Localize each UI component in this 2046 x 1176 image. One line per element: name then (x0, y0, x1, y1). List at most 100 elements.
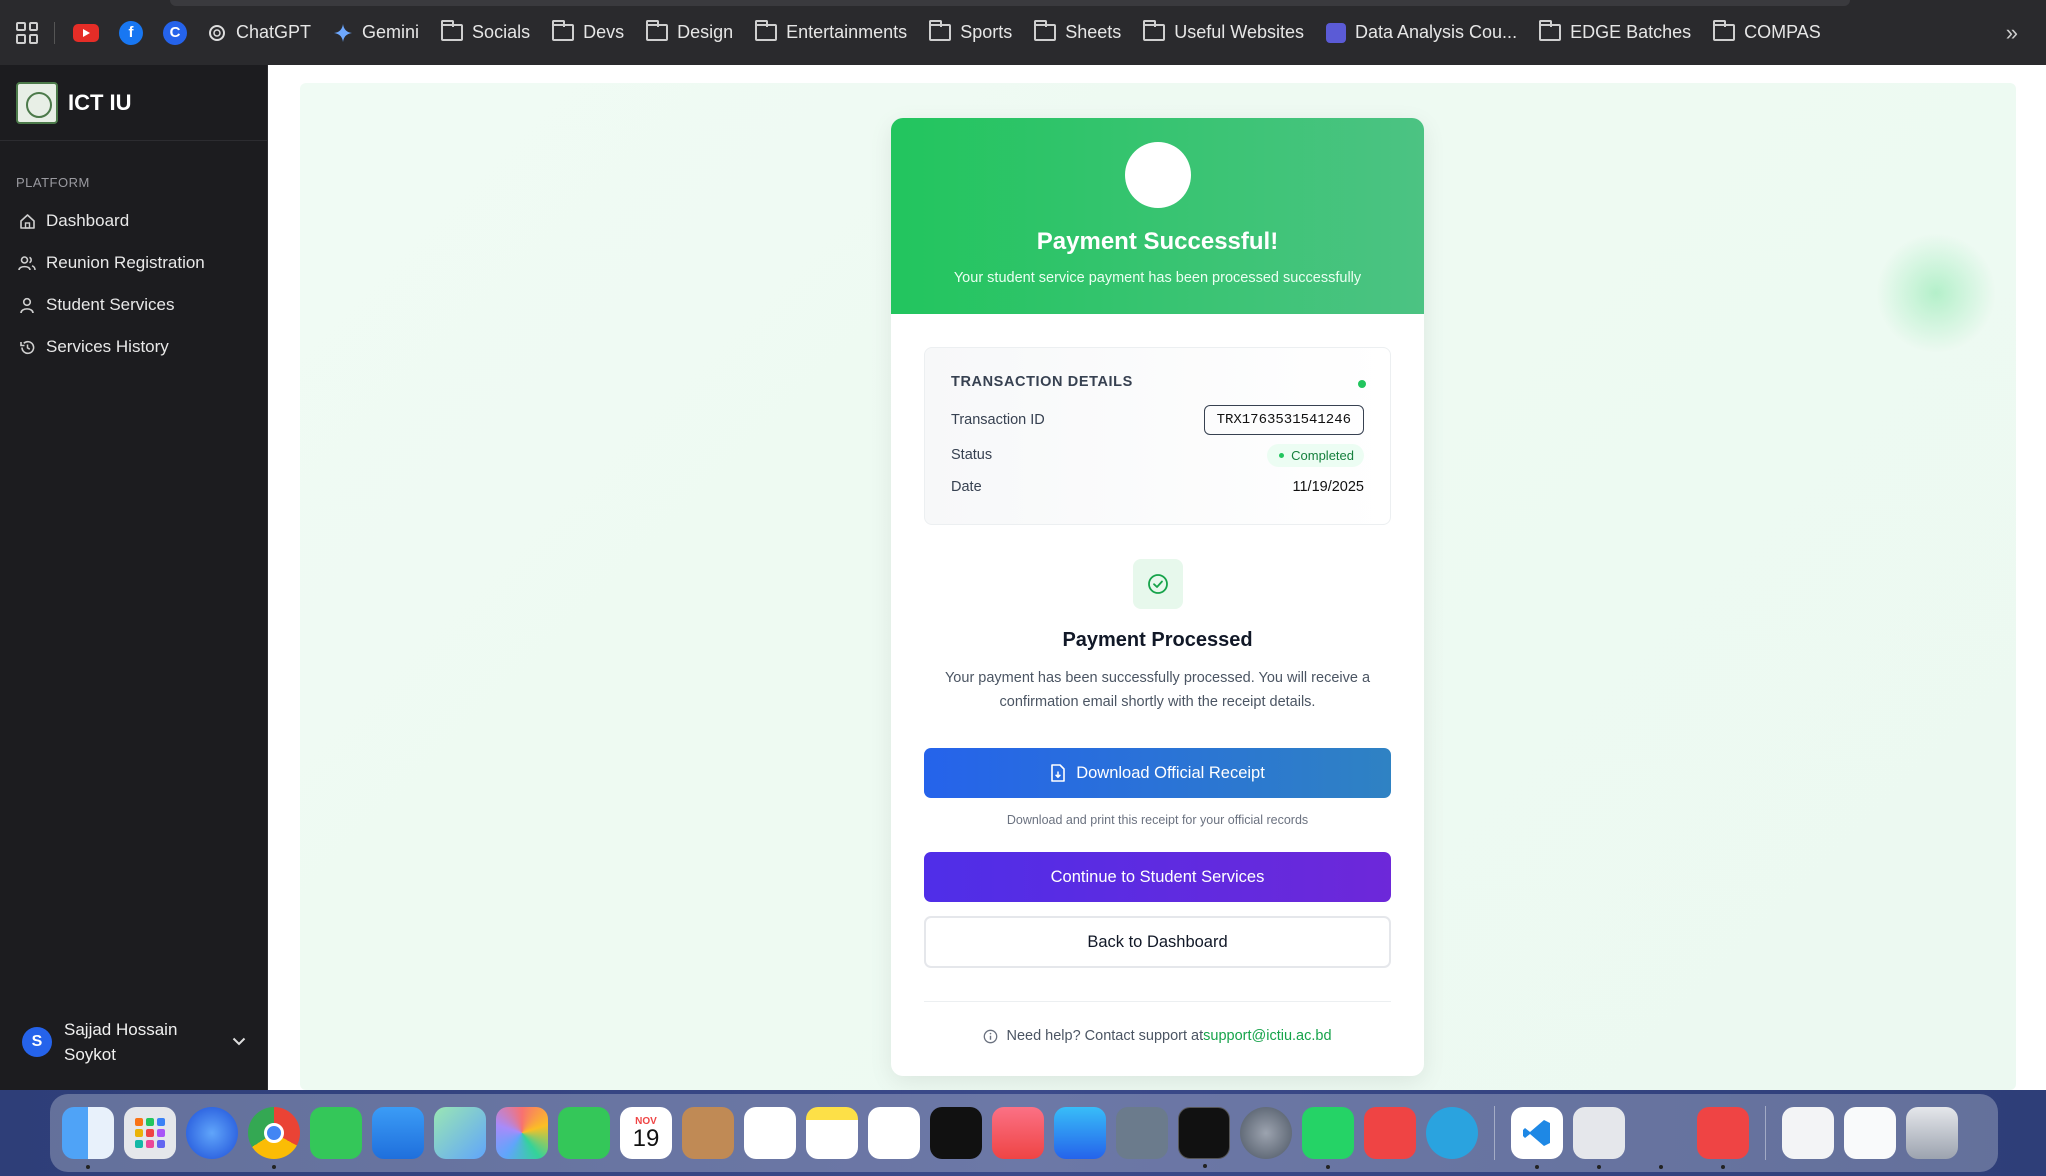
trash-icon[interactable] (1906, 1107, 1958, 1159)
more-bookmarks-chevron-icon[interactable]: » (2006, 20, 2018, 46)
folder-icon (1713, 20, 1736, 41)
back-label: Back to Dashboard (1087, 932, 1228, 951)
apple-tv-icon[interactable] (930, 1107, 982, 1159)
sidebar-item-label: Services History (46, 337, 169, 356)
sidebar-item-label: Dashboard (46, 211, 130, 230)
nav-section-title: PLATFORM (16, 175, 90, 190)
history-icon (18, 338, 36, 356)
transaction-details: TRANSACTION DETAILS Transaction ID TRX17… (924, 347, 1391, 525)
status-badge: Completed (1267, 443, 1364, 467)
reminders-icon[interactable] (744, 1107, 796, 1159)
sidebar: ICT IU PLATFORM Dashboard Reunion Regist… (0, 65, 268, 1090)
maps-icon[interactable] (434, 1107, 486, 1159)
support-email-link[interactable]: support@ictiu.ac.bd (1203, 1028, 1331, 1044)
youtube-app-icon[interactable] (1364, 1107, 1416, 1159)
whatsapp-icon[interactable] (1302, 1107, 1354, 1169)
file-download-icon (1051, 764, 1065, 782)
document-stack-icon[interactable] (1782, 1107, 1834, 1159)
sidebar-item-student-services[interactable]: Student Services (0, 284, 267, 326)
help-prefix: Need help? Contact support at (1006, 1028, 1204, 1044)
status-dot-icon (1358, 380, 1366, 388)
photos-icon[interactable] (496, 1107, 548, 1159)
transaction-id-value[interactable]: TRX1763531541246 (1203, 405, 1364, 435)
document-icon[interactable] (1844, 1107, 1896, 1159)
bookmark-gemini[interactable]: Gemini (333, 22, 419, 43)
help-text: Need help? Contact support atsupport@ict… (891, 1028, 1424, 1044)
download-receipt-label: Download Official Receipt (1076, 763, 1265, 782)
chatgpt-icon (209, 24, 225, 41)
home-icon (18, 212, 36, 230)
finder-icon[interactable] (62, 1107, 114, 1169)
sidebar-item-services-history[interactable]: Services History (0, 326, 267, 368)
calendar-icon[interactable]: NOV 19 (620, 1107, 672, 1159)
bookmark-label: EDGE Batches (1570, 22, 1692, 42)
bookmark-data-analysis-course[interactable]: Data Analysis Cou... (1325, 22, 1517, 43)
bookmark-folder-edge-batches[interactable]: EDGE Batches (1539, 20, 1692, 43)
success-circle-icon (1124, 142, 1191, 208)
bookmark-chatgpt[interactable]: ChatGPT (207, 22, 311, 43)
bookmark-label: Sheets (1065, 22, 1122, 42)
telegram-icon[interactable] (1426, 1107, 1478, 1159)
success-subtitle: Your student service payment has been pr… (953, 270, 1362, 286)
chrome-icon[interactable] (248, 1107, 300, 1169)
gemini-icon (334, 23, 353, 42)
continue-student-services-button[interactable]: Continue to Student Services (924, 852, 1391, 902)
messages-icon[interactable] (310, 1107, 362, 1159)
bookmark-label: Gemini (362, 22, 420, 42)
brand-name: ICT IU (68, 89, 132, 115)
sidebar-item-dashboard[interactable]: Dashboard (0, 200, 267, 242)
check-circle-icon (1132, 559, 1183, 609)
launchpad-icon[interactable] (124, 1107, 176, 1159)
microsoft-store-icon[interactable] (1573, 1107, 1625, 1169)
bookmark-label: Entertainments (786, 22, 908, 42)
processed-icon-wrap (891, 559, 1424, 609)
folder-icon (646, 20, 669, 41)
app-store-icon[interactable] (1054, 1107, 1106, 1159)
brand[interactable]: ICT IU (0, 65, 267, 141)
contacts-icon[interactable] (682, 1107, 734, 1159)
bookmark-folder-devs[interactable]: Devs (552, 20, 624, 43)
apps-grid-icon[interactable] (16, 21, 38, 44)
date-value: 11/19/2025 (1292, 479, 1365, 495)
music-icon[interactable] (992, 1107, 1044, 1159)
university-logo (16, 81, 58, 124)
canva-c-icon[interactable]: C (163, 20, 187, 45)
bookmark-folder-sheets[interactable]: Sheets (1034, 20, 1122, 43)
facetime-icon[interactable] (558, 1107, 610, 1159)
processed-title: Payment Processed (1062, 629, 1253, 651)
folder-icon (552, 20, 575, 41)
info-icon (984, 1029, 998, 1043)
status-row: Status Completed (951, 440, 1364, 470)
youtube-icon[interactable] (73, 23, 99, 42)
bookmark-folder-useful-websites[interactable]: Useful Websites (1143, 20, 1304, 43)
back-to-dashboard-button[interactable]: Back to Dashboard (924, 916, 1391, 968)
bookmark-label: ChatGPT (236, 22, 312, 42)
bookmark-folder-socials[interactable]: Socials (441, 20, 530, 43)
mail-icon[interactable] (372, 1107, 424, 1159)
bookmark-label: Useful Websites (1174, 22, 1304, 42)
safari-icon[interactable] (186, 1107, 238, 1159)
user-menu[interactable]: S Sajjad Hossain Soykot (0, 994, 268, 1090)
facebook-icon[interactable]: f (119, 20, 143, 45)
chevron-down-icon[interactable] (232, 1033, 246, 1051)
browser-tab-strip-edge (170, 0, 1850, 6)
folder-icon (929, 20, 952, 41)
notes-icon[interactable] (806, 1107, 858, 1159)
bookmark-folder-compas[interactable]: COMPAS (1713, 20, 1821, 43)
bookmarks-bar: f C ChatGPT Gemini Socials Devs Design E… (0, 0, 2046, 65)
freeform-icon[interactable] (868, 1107, 920, 1159)
download-receipt-button[interactable]: Download Official Receipt (924, 748, 1391, 798)
wps-office-icon[interactable] (1697, 1107, 1749, 1169)
rocket-icon[interactable] (1635, 1107, 1687, 1169)
terminal-icon[interactable] (1178, 1107, 1230, 1168)
dock: NOV 19 (50, 1094, 1998, 1172)
status-dot-icon (1279, 452, 1285, 458)
quran-app-icon[interactable] (1116, 1107, 1168, 1159)
vscode-icon[interactable] (1511, 1107, 1563, 1169)
bookmark-folder-sports[interactable]: Sports (929, 20, 1012, 43)
bookmark-folder-design[interactable]: Design (646, 20, 733, 43)
system-settings-icon[interactable] (1240, 1107, 1292, 1159)
transaction-id-row: Transaction ID TRX1763531541246 (951, 404, 1364, 436)
bookmark-folder-entertainments[interactable]: Entertainments (755, 20, 908, 43)
sidebar-item-reunion-registration[interactable]: Reunion Registration (0, 242, 267, 284)
